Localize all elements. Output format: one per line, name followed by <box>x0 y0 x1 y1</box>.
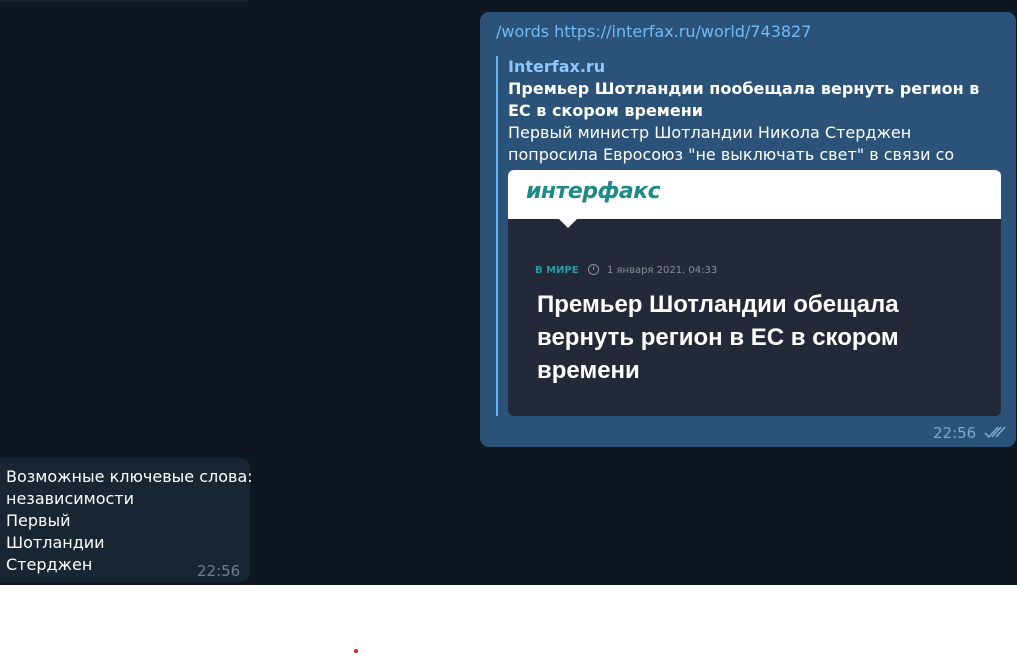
message-link[interactable]: https://interfax.ru/world/743827 <box>554 22 811 41</box>
preview-site-name: Interfax.ru <box>508 57 606 76</box>
preview-title: Премьер Шотландии пообещала вернуть реги… <box>508 79 980 120</box>
interfax-logo: интерфакс <box>526 179 661 204</box>
link-preview[interactable]: Interfax.ru Премьер Шотландии пообещала … <box>508 56 1008 188</box>
keyword-item: Первый <box>6 511 71 530</box>
preview-date: 1 января 2021, 04:33 <box>606 265 718 276</box>
keyword-item: независимости <box>6 489 135 508</box>
incoming-message-text: Возможные ключевые слова: независимости … <box>6 466 253 576</box>
preview-category: В МИРЕ <box>535 265 579 276</box>
previous-message-edge <box>0 0 248 2</box>
preview-accent-bar <box>496 56 498 416</box>
cursor-dot <box>354 649 358 653</box>
preview-image-header: интерфакс <box>508 170 1001 219</box>
preview-image-headline: Премьер Шотландии обещала вернуть регион… <box>537 291 899 384</box>
incoming-message-time: 22:56 <box>197 562 241 580</box>
command-text[interactable]: /words <box>496 22 549 41</box>
preview-image-meta: В МИРЕ 1 января 2021, 04:33 <box>535 264 717 276</box>
preview-image[interactable]: интерфакс В МИРЕ 1 января 2021, 04:33 Пр… <box>508 170 1001 416</box>
keywords-heading: Возможные ключевые слова: <box>6 467 253 486</box>
outgoing-message-bubble[interactable]: /words https://interfax.ru/world/743827 … <box>480 12 1016 447</box>
outgoing-message-time: 22:56 <box>933 424 977 442</box>
keyword-item: Шотландии <box>6 533 105 552</box>
message-text: /words https://interfax.ru/world/743827 <box>496 22 811 41</box>
incoming-message-bubble[interactable]: Возможные ключевые слова: независимости … <box>0 458 253 582</box>
chat-area: /words https://interfax.ru/world/743827 … <box>0 0 1017 585</box>
clock-icon <box>587 264 599 275</box>
double-check-icon <box>984 426 1006 439</box>
header-pointer <box>558 218 578 228</box>
